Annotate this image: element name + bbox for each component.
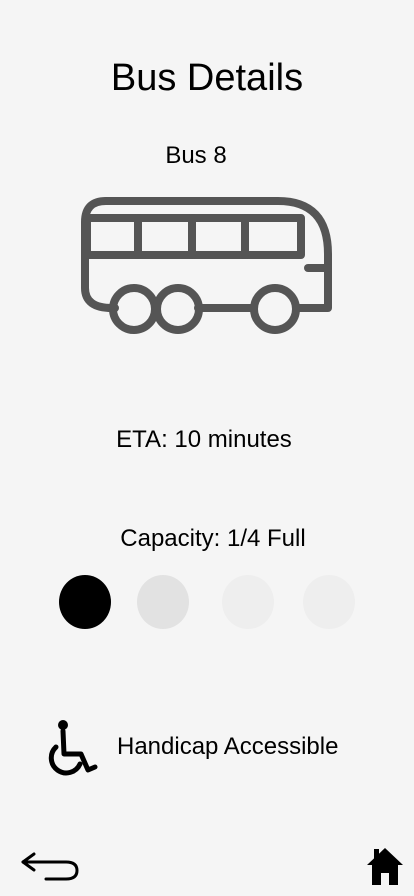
bus-icon — [81, 197, 332, 334]
page-title: Bus Details — [110, 57, 304, 99]
wheelchair-icon — [48, 720, 98, 776]
capacity-dot — [222, 575, 274, 629]
back-arrow-icon[interactable] — [20, 848, 82, 884]
capacity-dot — [137, 575, 189, 629]
eta-text: ETA: 10 minutes — [116, 426, 292, 453]
capacity-text: Capacity: 1/4 Full — [120, 525, 306, 552]
capacity-dot — [59, 575, 111, 629]
accessibility-label: Handicap Accessible — [117, 733, 339, 760]
capacity-dot — [303, 575, 355, 629]
bus-name: Bus 8 — [165, 142, 227, 169]
home-icon[interactable] — [366, 846, 404, 886]
